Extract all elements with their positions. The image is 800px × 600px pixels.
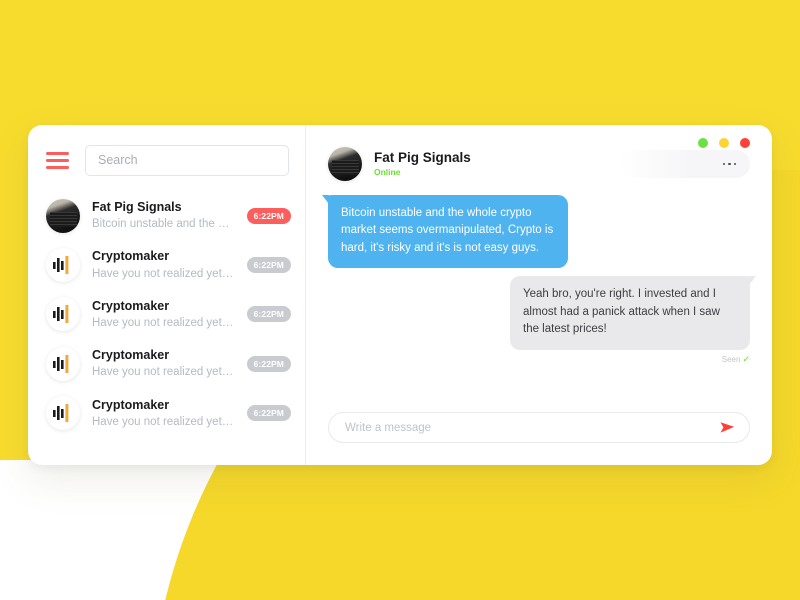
chat-panel: Fat Pig Signals Online Bitcoin unstable … xyxy=(306,125,772,465)
list-item-meta: Cryptomaker Have you not realized yet, t… xyxy=(92,297,235,332)
chat-name: Cryptomaker xyxy=(92,397,170,412)
avatar xyxy=(46,248,80,283)
dot xyxy=(733,162,736,166)
more-options-icon xyxy=(722,162,736,166)
chat-header: Fat Pig Signals Online xyxy=(328,143,750,185)
avatar[interactable] xyxy=(328,147,362,181)
chat-header-identity: Fat Pig Signals Online xyxy=(374,149,471,179)
chat-list: Fat Pig Signals Bitcoin unstable and the… xyxy=(28,191,305,438)
list-item-meta: Cryptomaker Have you not realized yet, t… xyxy=(92,396,235,431)
list-item[interactable]: Cryptomaker Have you not realized yet, t… xyxy=(28,290,305,339)
time-badge: 6:22PM xyxy=(246,257,291,274)
candlestick-chart-icon xyxy=(53,256,69,275)
chat-options-button[interactable] xyxy=(618,150,750,178)
list-item-meta: Cryptomaker Have you not realized yet, t… xyxy=(92,247,235,282)
chat-preview: Have you not realized yet, that ... xyxy=(92,366,235,379)
hamburger-icon[interactable] xyxy=(46,151,69,169)
page-title: Fat Pig Signals xyxy=(374,150,471,166)
time-badge: 6:22PM xyxy=(246,207,291,224)
avatar xyxy=(46,346,80,381)
hamburger-bar xyxy=(46,151,69,155)
send-arrow-icon[interactable] xyxy=(720,421,735,434)
chat-preview: Bitcoin unstable and the whole ... xyxy=(92,218,235,231)
message-composer[interactable] xyxy=(328,412,750,443)
hamburger-bar xyxy=(46,165,69,169)
check-icon: ✓ xyxy=(742,353,750,364)
message-thread: Bitcoin unstable and the whole crypto ma… xyxy=(322,185,756,412)
candlestick-chart-icon xyxy=(53,354,69,373)
message-row-incoming: Bitcoin unstable and the whole crypto ma… xyxy=(322,195,750,269)
chat-preview: Have you not realized yet, that ... xyxy=(92,316,235,329)
chat-name: Cryptomaker xyxy=(92,298,170,313)
dot xyxy=(728,162,731,166)
list-item-meta: Fat Pig Signals Bitcoin unstable and the… xyxy=(92,198,235,233)
sidebar: Fat Pig Signals Bitcoin unstable and the… xyxy=(28,125,306,465)
message-bubble-incoming: Bitcoin unstable and the whole crypto ma… xyxy=(322,195,568,269)
list-item[interactable]: Cryptomaker Have you not realized yet, t… xyxy=(28,240,305,289)
message-row-outgoing: Yeah bro, you're right. I invested and I… xyxy=(328,276,756,365)
message-bubble-outgoing: Yeah bro, you're right. I invested and I… xyxy=(510,276,756,350)
list-item[interactable]: Fat Pig Signals Bitcoin unstable and the… xyxy=(28,191,305,240)
chat-app-window: Fat Pig Signals Bitcoin unstable and the… xyxy=(28,125,772,465)
window-close-dot[interactable] xyxy=(740,138,750,148)
sidebar-toolbar xyxy=(28,143,305,177)
chat-preview: Have you not realized yet, that ... xyxy=(92,267,235,280)
avatar xyxy=(46,198,80,233)
status-badge: Online xyxy=(374,167,401,178)
dot xyxy=(722,162,725,166)
time-badge: 6:22PM xyxy=(246,355,291,372)
avatar xyxy=(46,396,80,431)
list-item[interactable]: Cryptomaker Have you not realized yet, t… xyxy=(28,389,305,438)
read-receipt-label: Seen xyxy=(721,354,741,364)
list-item[interactable]: Cryptomaker Have you not realized yet, t… xyxy=(28,339,305,388)
window-maximize-dot[interactable] xyxy=(719,138,729,148)
chat-name: Fat Pig Signals xyxy=(92,200,182,214)
time-badge: 6:22PM xyxy=(246,306,291,323)
candlestick-chart-icon xyxy=(53,404,69,423)
search-input[interactable] xyxy=(98,153,276,167)
search-box[interactable] xyxy=(85,144,289,176)
hamburger-bar xyxy=(46,158,69,162)
window-minimize-dot[interactable] xyxy=(698,138,708,148)
chat-name: Cryptomaker xyxy=(92,348,170,363)
avatar xyxy=(46,297,80,332)
time-badge: 6:22PM xyxy=(246,405,291,422)
chat-name: Cryptomaker xyxy=(92,249,170,264)
read-receipt: Seen ✓ xyxy=(722,354,750,365)
window-controls xyxy=(698,138,750,148)
chat-preview: Have you not realized yet, that ... xyxy=(92,415,235,428)
candlestick-chart-icon xyxy=(53,305,69,324)
message-input[interactable] xyxy=(345,421,720,434)
list-item-meta: Cryptomaker Have you not realized yet, t… xyxy=(92,346,235,381)
